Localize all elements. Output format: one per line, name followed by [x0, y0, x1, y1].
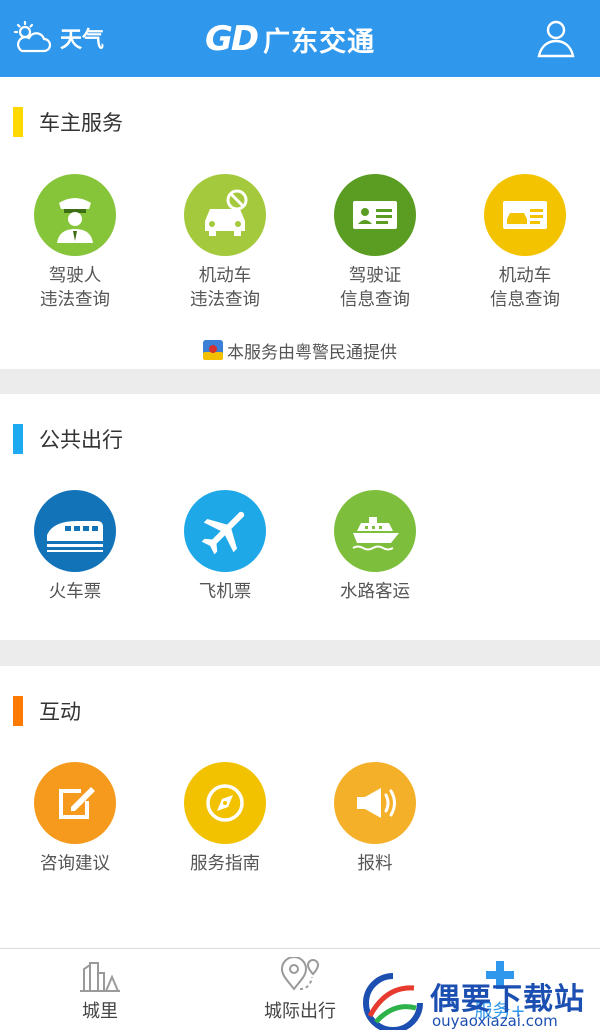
brand-logo: GD — [205, 19, 259, 59]
tile-label: 机动车 信息查询 — [490, 266, 560, 310]
section-header: 互动 — [13, 696, 81, 726]
section-header: 车主服务 — [13, 107, 123, 137]
tile-label: 报料 — [357, 854, 393, 874]
nav-city[interactable]: 城里 — [0, 949, 200, 1033]
user-icon — [537, 20, 575, 58]
tile-label: 服务指南 — [190, 854, 260, 874]
watermark-url: ouyaoxiazai.com — [432, 1012, 558, 1030]
tile-train-ticket[interactable]: 火车票 — [0, 490, 150, 604]
tile-label: 咨询建议 — [40, 854, 110, 874]
user-profile-button[interactable] — [534, 16, 578, 60]
section-accent-bar — [13, 107, 23, 137]
brand: GD 广东交通 — [205, 16, 375, 62]
airplane-icon — [184, 490, 266, 572]
compass-icon — [184, 762, 266, 844]
tile-driver-violation[interactable]: 驾驶人 违法查询 — [0, 174, 150, 312]
ship-icon — [334, 490, 416, 572]
section-title: 车主服务 — [39, 111, 123, 135]
nav-label: 城里 — [82, 1001, 118, 1022]
weather-button[interactable]: 天气 — [12, 18, 104, 58]
tile-license-info[interactable]: 驾驶证 信息查询 — [300, 174, 450, 312]
tile-label: 飞机票 — [198, 582, 252, 602]
tile-report[interactable]: 报料 — [300, 762, 450, 876]
weather-label: 天气 — [60, 28, 105, 53]
train-icon — [34, 490, 116, 572]
tile-label: 机动车 违法查询 — [190, 266, 260, 310]
vehicle-card-icon — [484, 174, 566, 256]
watermark: 偶要下载站 ouyaoxiazai.com — [362, 968, 600, 1033]
tile-flight-ticket[interactable]: 飞机票 — [150, 490, 300, 604]
tile-waterway[interactable]: 水路客运 — [300, 490, 450, 604]
provider-logo-icon — [203, 340, 223, 360]
tile-vehicle-violation[interactable]: 机动车 违法查询 — [150, 174, 300, 312]
section-accent-bar — [13, 424, 23, 454]
tile-service-guide[interactable]: 服务指南 — [150, 762, 300, 876]
map-pin-icon — [280, 957, 320, 991]
section-header: 公共出行 — [13, 424, 123, 454]
watermark-logo-icon — [363, 973, 423, 1030]
tile-label: 驾驶人 违法查询 — [40, 266, 110, 310]
nav-label: 城际出行 — [264, 1001, 336, 1022]
tile-label: 水路客运 — [340, 582, 410, 602]
city-icon — [80, 962, 120, 992]
tile-label: 驾驶证 信息查询 — [340, 266, 410, 310]
tile-vehicle-info[interactable]: 机动车 信息查询 — [450, 174, 600, 312]
traffic-police-icon — [34, 174, 116, 256]
license-card-icon — [334, 174, 416, 256]
section-divider — [0, 640, 600, 666]
weather-icon — [13, 21, 52, 53]
app-header: 天气 GD 广东交通 — [0, 0, 600, 77]
section-title: 公共出行 — [39, 428, 123, 452]
section-interaction: 互动 咨询建议 服务指南 报料 — [0, 666, 600, 948]
section-owner-services: 车主服务 驾驶人 违法查询 机动车 违法查询 驾驶证 信息查询 机动车 信息查询… — [0, 77, 600, 369]
provider-text: 本服务由粤警民通提供 — [227, 342, 397, 363]
car-prohibited-icon — [184, 174, 266, 256]
page-title: 广东交通 — [263, 26, 376, 58]
tile-label: 火车票 — [48, 582, 102, 602]
provider-note: 本服务由粤警民通提供 — [0, 337, 600, 363]
megaphone-icon — [334, 762, 416, 844]
edit-icon — [34, 762, 116, 844]
section-accent-bar — [13, 696, 23, 726]
tile-consult-suggest[interactable]: 咨询建议 — [0, 762, 150, 876]
section-divider — [0, 369, 600, 394]
section-title: 互动 — [39, 700, 81, 724]
section-public-travel: 公共出行 火车票 飞机票 水路客运 — [0, 394, 600, 640]
